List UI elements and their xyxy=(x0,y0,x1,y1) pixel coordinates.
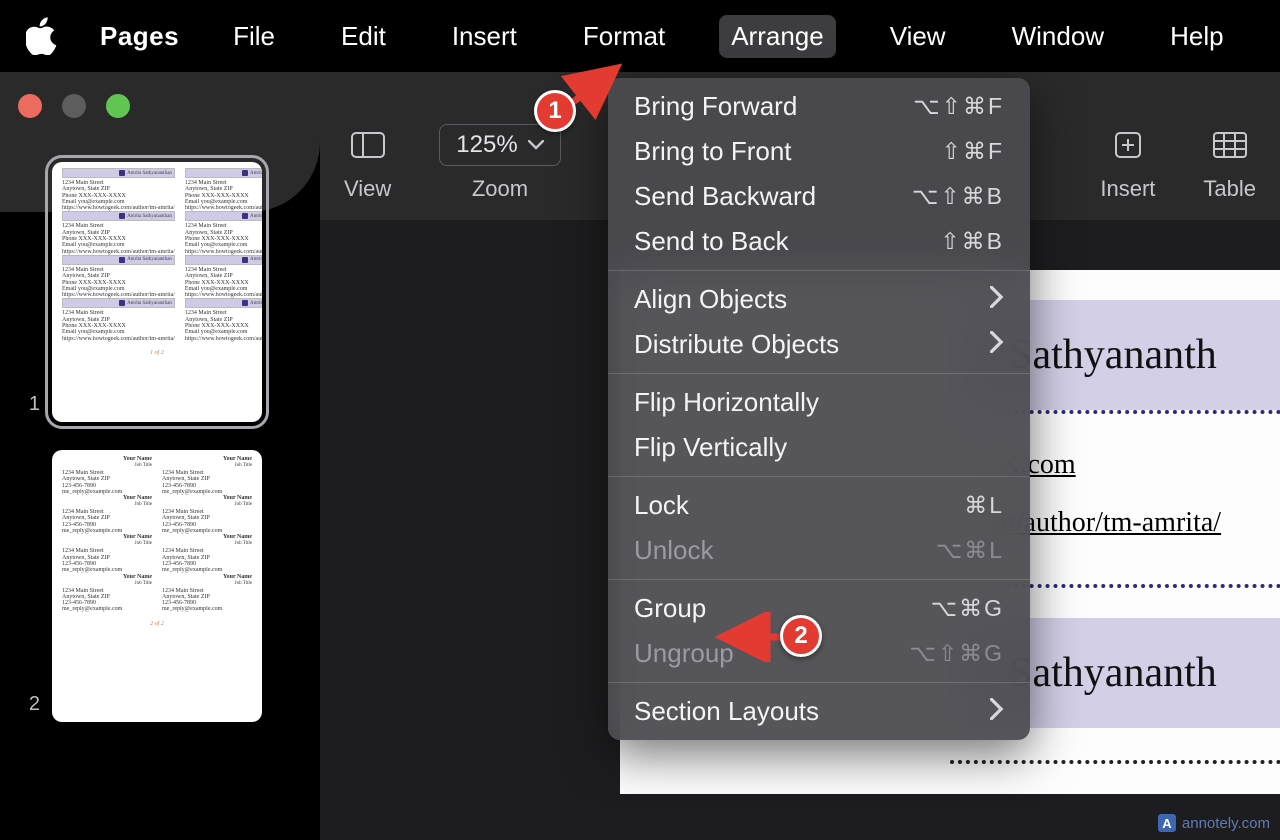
menu-arrange[interactable]: Arrange xyxy=(719,15,836,58)
page-thumbnails-sidebar: 1 Amrita Sathyananthan 1234 Main StreetA… xyxy=(0,212,320,840)
menuitem-align-objects[interactable]: Align Objects xyxy=(608,277,1030,322)
menuitem-bring-forward[interactable]: Bring Forward⌥⇧⌘F xyxy=(608,84,1030,129)
dotted-separator xyxy=(950,760,1280,764)
menuitem-unlock: Unlock⌥⌘L xyxy=(608,528,1030,573)
menu-edit[interactable]: Edit xyxy=(329,15,398,58)
view-label: View xyxy=(344,176,391,202)
page-number-2: 2 xyxy=(20,693,40,716)
chevron-right-icon xyxy=(990,284,1004,315)
menuitem-section-layouts[interactable]: Section Layouts xyxy=(608,689,1030,734)
window-close-button[interactable] xyxy=(18,94,42,118)
annotation-step-1: 1 xyxy=(534,90,576,132)
chevron-right-icon xyxy=(990,696,1004,727)
menu-insert[interactable]: Insert xyxy=(440,15,529,58)
zoom-label: Zoom xyxy=(472,176,528,202)
view-button[interactable] xyxy=(347,124,389,166)
page-thumbnail-1[interactable]: Amrita Sathyananthan 1234 Main StreetAny… xyxy=(52,162,262,422)
chevron-down-icon xyxy=(528,140,544,150)
toolbar-view-group: View xyxy=(344,124,391,202)
menuitem-flip-vertically[interactable]: Flip Vertically xyxy=(608,425,1030,470)
menu-view[interactable]: View xyxy=(878,15,958,58)
menu-format[interactable]: Format xyxy=(571,15,677,58)
insert-label: Insert xyxy=(1100,176,1155,202)
app-name[interactable]: Pages xyxy=(100,21,179,52)
toolbar-insert-group: Insert xyxy=(1100,124,1155,202)
watermark: A annotely.com xyxy=(1158,814,1270,832)
page-thumbnail-2[interactable]: Your NameJob Title 1234 Main StreetAnyto… xyxy=(52,450,262,722)
annotely-logo-icon: A xyxy=(1158,814,1176,832)
zoom-value: 125% xyxy=(456,131,517,159)
menu-help[interactable]: Help xyxy=(1158,15,1235,58)
table-label: Table xyxy=(1203,176,1256,202)
table-button[interactable] xyxy=(1209,124,1251,166)
annotation-step-2: 2 xyxy=(780,615,822,657)
menuitem-flip-horizontally[interactable]: Flip Horizontally xyxy=(608,380,1030,425)
menuitem-distribute-objects[interactable]: Distribute Objects xyxy=(608,322,1030,367)
menu-file[interactable]: File xyxy=(221,15,287,58)
window-minimize-button[interactable] xyxy=(62,94,86,118)
insert-button[interactable] xyxy=(1107,124,1149,166)
menu-window[interactable]: Window xyxy=(1000,15,1116,58)
apple-menu-icon[interactable] xyxy=(26,17,58,55)
menuitem-send-to-back[interactable]: Send to Back⇧⌘B xyxy=(608,219,1030,264)
menuitem-send-backward[interactable]: Send Backward⌥⇧⌘B xyxy=(608,174,1030,219)
page-number-1: 1 xyxy=(20,393,40,416)
toolbar-table-group: Table xyxy=(1203,124,1256,202)
menuitem-lock[interactable]: Lock⌘L xyxy=(608,483,1030,528)
window-zoom-button[interactable] xyxy=(106,94,130,118)
chevron-right-icon xyxy=(990,329,1004,360)
menuitem-bring-to-front[interactable]: Bring to Front⇧⌘F xyxy=(608,129,1030,174)
